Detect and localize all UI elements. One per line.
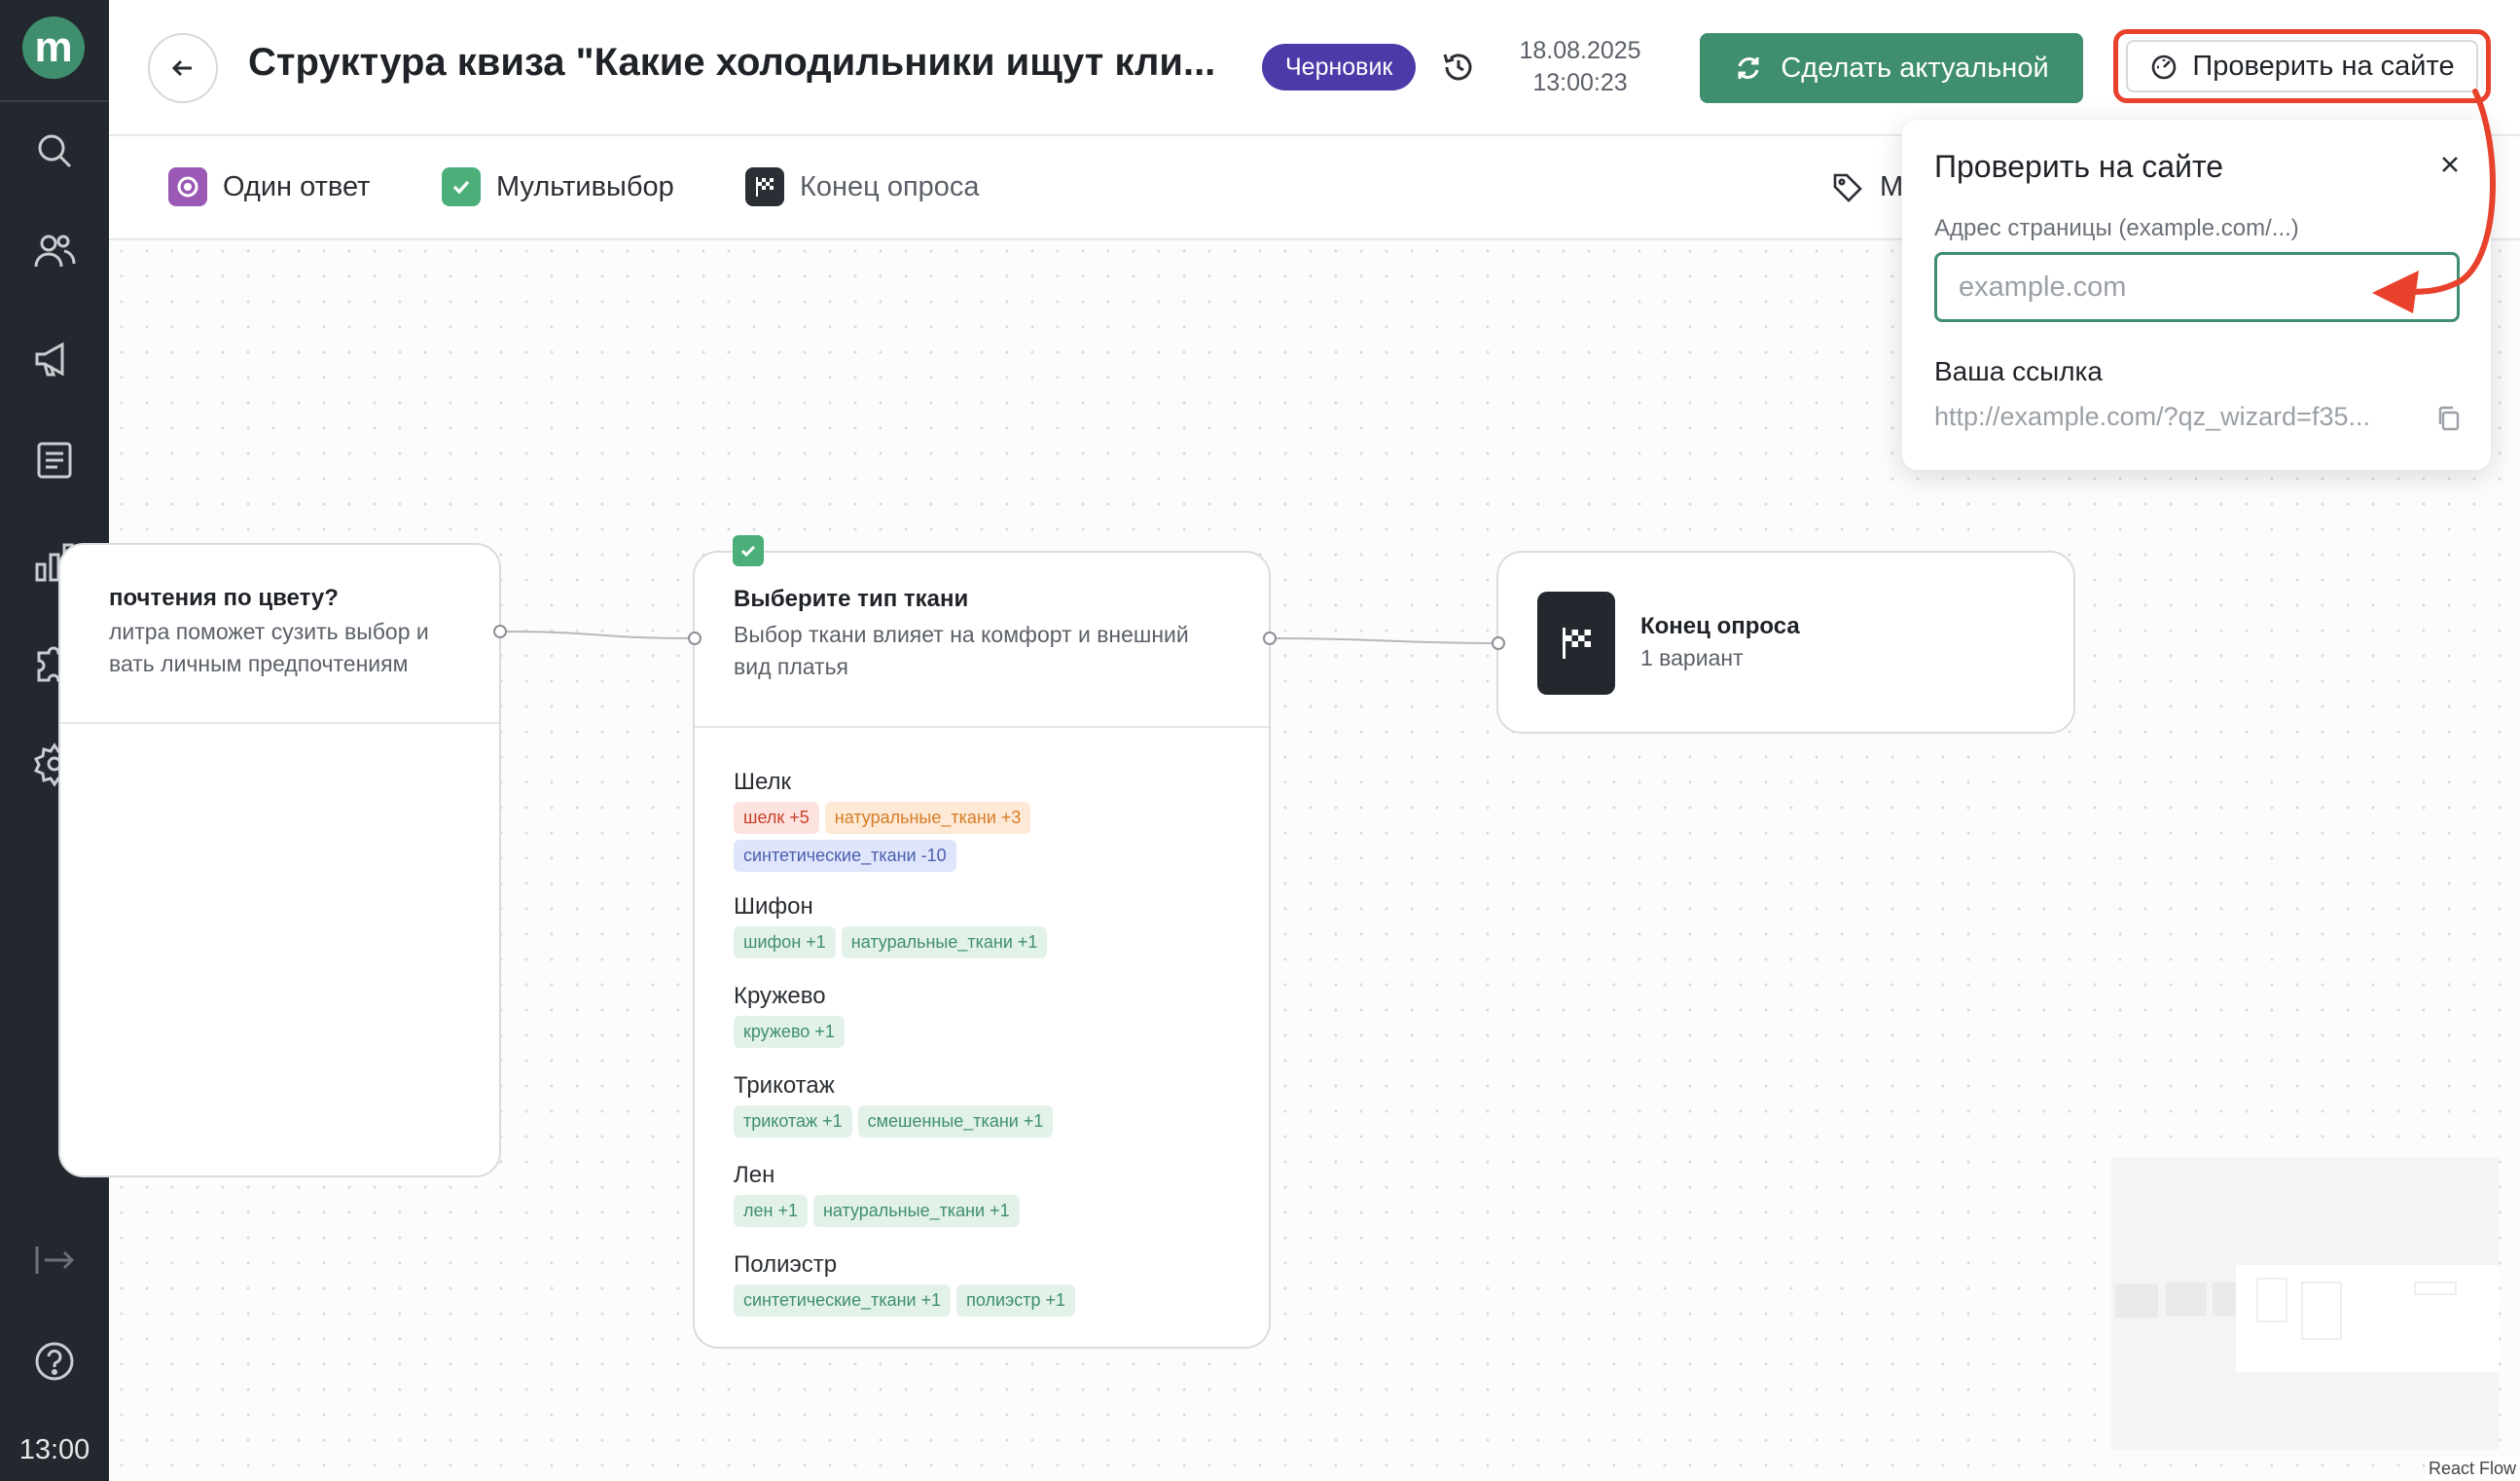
history-icon[interactable] bbox=[1440, 49, 1477, 86]
minimap[interactable] bbox=[2111, 1158, 2499, 1450]
score-tag: синтетические_ткани -10 bbox=[734, 840, 956, 872]
app-logo[interactable]: m bbox=[22, 17, 85, 79]
option-label: Лен bbox=[734, 1162, 775, 1188]
option-label: Кружево bbox=[734, 983, 826, 1009]
radio-icon bbox=[168, 167, 207, 206]
last-saved-time: 13:00:23 bbox=[1532, 69, 1628, 96]
option-label: Трикотаж bbox=[734, 1072, 835, 1099]
node-handle-target[interactable] bbox=[688, 632, 702, 645]
megaphone-icon[interactable] bbox=[31, 336, 78, 382]
check-on-site-popup: Проверить на сайте Адрес страницы (examp… bbox=[1902, 120, 2491, 470]
help-icon[interactable] bbox=[31, 1338, 78, 1385]
page-url-input[interactable] bbox=[1934, 252, 2460, 322]
sidebar-divider bbox=[0, 100, 109, 102]
make-actual-label: Сделать актуальной bbox=[1781, 52, 2049, 84]
minimap-nodes bbox=[2115, 1265, 2499, 1372]
node-handle-source[interactable] bbox=[1263, 632, 1277, 645]
users-icon[interactable] bbox=[31, 228, 78, 274]
end-node-title: Конец опроса bbox=[1640, 613, 1800, 639]
score-tag: лен +1 bbox=[734, 1195, 808, 1227]
option-tags: синтетические_ткани +1 полиэстр +1 bbox=[734, 1284, 1201, 1317]
score-tag: кружево +1 bbox=[734, 1016, 845, 1048]
search-icon[interactable] bbox=[31, 127, 78, 174]
popup-title: Проверить на сайте bbox=[1934, 149, 2224, 184]
react-flow-attribution[interactable]: React Flow bbox=[2424, 1457, 2520, 1481]
option-tags: шифон +1 натуральные_ткани +1 bbox=[734, 926, 1201, 958]
toolbar-item-label: Конец опроса bbox=[800, 170, 980, 202]
end-node-subtitle: 1 вариант bbox=[1640, 645, 1744, 670]
option-item[interactable]: Шифон шифон +1 натуральные_ткани +1 bbox=[734, 893, 1201, 958]
node-desc-line1: литра поможет сузить выбор и bbox=[109, 619, 429, 644]
node-title: почтения по цвету? bbox=[109, 585, 339, 611]
arrow-left-icon bbox=[171, 59, 192, 77]
score-tag: шифон +1 bbox=[734, 926, 836, 958]
node-handle-source[interactable] bbox=[493, 625, 507, 638]
your-link-title: Ваша ссылка bbox=[1934, 356, 2103, 386]
node-desc: Выбор ткани влияет на комфорт и внешний … bbox=[734, 622, 1189, 679]
toolbar-end-survey[interactable]: Конец опроса bbox=[745, 166, 980, 207]
option-tags: шелк +5 натуральные_ткани +3 синтетические… bbox=[734, 802, 1201, 872]
option-label: Шелк bbox=[734, 769, 792, 795]
last-saved-date: 18.08.2025 bbox=[1519, 37, 1641, 64]
option-tags: лен +1 натуральные_ткани +1 bbox=[734, 1195, 1201, 1227]
status-badge: Черновик bbox=[1262, 44, 1417, 90]
option-item[interactable]: Лен лен +1 натуральные_ткани +1 bbox=[734, 1162, 1201, 1227]
score-tag: шелк +5 bbox=[734, 802, 819, 834]
generated-link: http://example.com/?qz_wizard=f35... bbox=[1934, 402, 2370, 431]
toolbar-multiselect[interactable]: Мультивыбор bbox=[442, 166, 674, 207]
question-node-fabric[interactable]: Выберите тип ткани Выбор ткани влияет на… bbox=[693, 551, 1271, 1349]
refresh-icon bbox=[1738, 57, 1759, 79]
option-item[interactable]: Шелк шелк +5 натуральные_ткани +3 синтетиче… bbox=[734, 769, 1201, 872]
score-tag: натуральные_ткани +1 bbox=[812, 1195, 1020, 1227]
node-desc-line2: вать личным предпочтениям bbox=[109, 651, 409, 676]
score-tag: натуральные_ткани +1 bbox=[841, 926, 1048, 958]
page-title: Структура квиза "Какие холодильники ищут… bbox=[248, 41, 1216, 84]
score-tag: синтетические_ткани +1 bbox=[734, 1284, 952, 1317]
option-label: Шифон bbox=[734, 893, 813, 920]
toolbar-item-label: Один ответ bbox=[223, 170, 371, 202]
toolbar-single-answer[interactable]: Один ответ bbox=[168, 166, 370, 207]
score-tag: смешенные_ткани +1 bbox=[857, 1105, 1054, 1138]
node-handle-target[interactable] bbox=[1492, 636, 1505, 650]
node-divider bbox=[695, 726, 1269, 728]
option-label: Полиэстр bbox=[734, 1251, 838, 1278]
node-title: Выберите тип ткани bbox=[734, 586, 969, 612]
close-icon[interactable] bbox=[2430, 145, 2469, 184]
finish-flag-icon bbox=[1537, 592, 1615, 695]
multiselect-badge-icon bbox=[733, 535, 764, 566]
node-header: Выберите тип ткани Выбор ткани влияет на… bbox=[734, 586, 1220, 683]
toolbar-item-label: Мультивыбор bbox=[496, 170, 674, 202]
speedometer-icon bbox=[2152, 54, 2177, 80]
option-tags: кружево +1 bbox=[734, 1016, 1201, 1048]
option-item[interactable]: Трикотаж трикотаж +1 смешенные_ткани +1 bbox=[734, 1072, 1201, 1138]
check-on-site-label: Проверить на сайте bbox=[2192, 50, 2455, 82]
score-tag: натуральные_ткани +3 bbox=[824, 802, 1031, 834]
back-button[interactable] bbox=[148, 33, 218, 103]
end-node[interactable]: Конец опроса 1 вариант bbox=[1496, 551, 2075, 734]
score-tag: трикотаж +1 bbox=[734, 1105, 852, 1138]
option-item[interactable]: Кружево кружево +1 bbox=[734, 983, 1201, 1048]
finish-flag-icon bbox=[745, 167, 784, 206]
node-divider bbox=[60, 722, 499, 724]
toolbar-tags[interactable]: М bbox=[1831, 166, 1903, 207]
end-node-text: Конец опроса 1 вариант bbox=[1640, 613, 1800, 674]
last-saved-datetime: 18.08.2025 13:00:23 bbox=[1498, 35, 1662, 99]
question-node-color-text: почтения по цвету? литра поможет сузить … bbox=[109, 585, 498, 680]
check-on-site-highlight: Проверить на сайте bbox=[2113, 29, 2491, 103]
toolbar-item-label: М bbox=[1880, 170, 1904, 202]
tag-icon bbox=[1833, 173, 1862, 202]
document-icon[interactable] bbox=[31, 437, 78, 484]
collapse-sidebar-icon[interactable] bbox=[31, 1237, 78, 1283]
make-actual-button[interactable]: Сделать актуальной bbox=[1700, 33, 2083, 103]
option-tags: трикотаж +1 смешенные_ткани +1 bbox=[734, 1105, 1201, 1138]
score-tag: полиэстр +1 bbox=[956, 1284, 1076, 1317]
clock-text: 13:00 bbox=[18, 1434, 90, 1465]
check-on-site-button[interactable]: Проверить на сайте bbox=[2126, 40, 2478, 92]
page-url-label: Адрес страницы (example.com/...) bbox=[1934, 215, 2299, 241]
option-item[interactable]: Полиэстр синтетические_ткани +1 полиэстр +… bbox=[734, 1251, 1201, 1317]
copy-icon[interactable] bbox=[2434, 404, 2464, 433]
check-icon bbox=[442, 167, 481, 206]
